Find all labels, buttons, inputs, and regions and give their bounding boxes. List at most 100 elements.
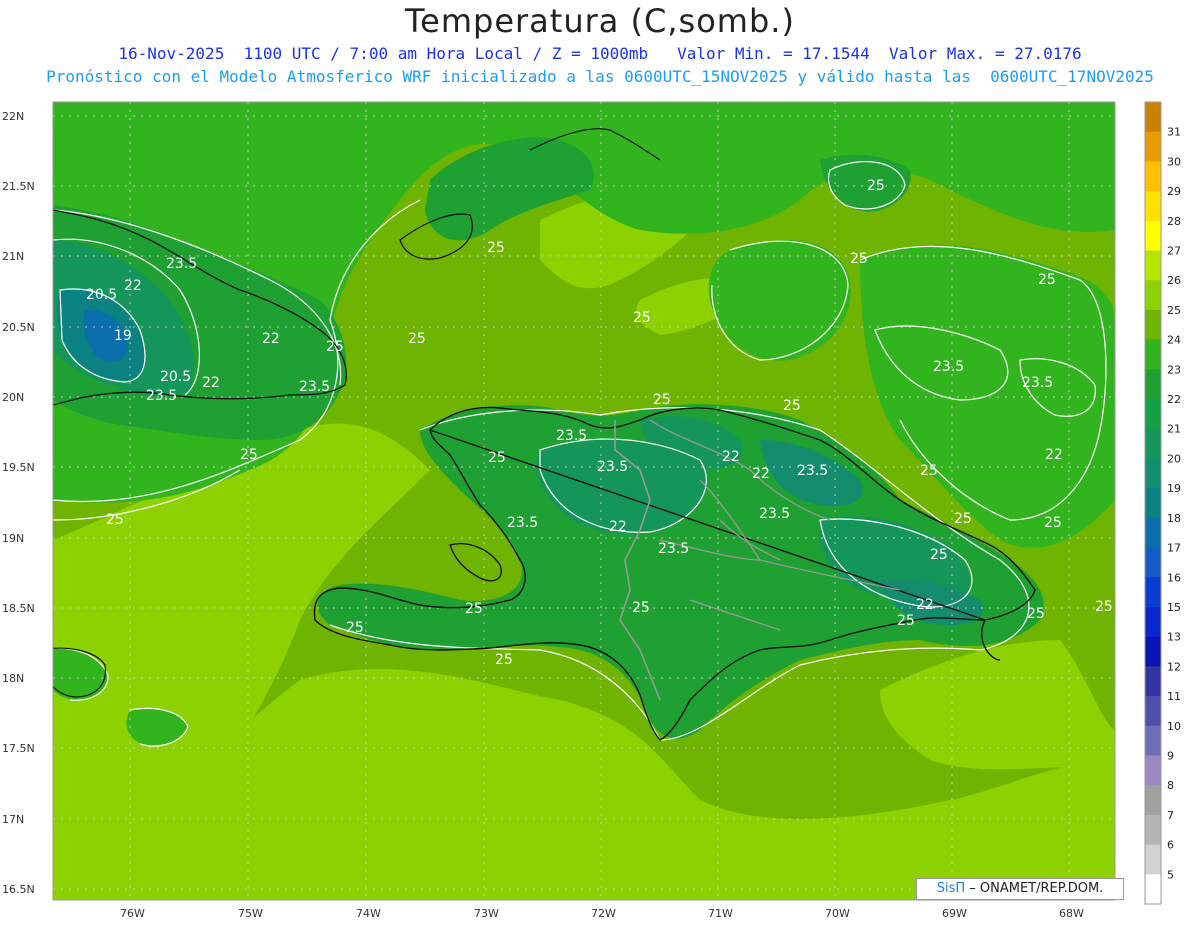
lat-label: 17.5N (2, 742, 35, 755)
contour-label: 22 (722, 449, 740, 465)
colorbar-label: 27 (1167, 245, 1181, 258)
colorbar-label: 22 (1167, 393, 1181, 406)
contour-label: 23.5 (933, 359, 964, 375)
colorbar-swatch (1145, 874, 1161, 905)
colorbar-swatch (1145, 636, 1161, 667)
colorbar-label: 20 (1167, 452, 1181, 465)
contour-label: 25 (495, 652, 513, 668)
lon-label: 69W (942, 907, 967, 920)
contour-label: 25 (1038, 272, 1056, 288)
colorbar-label: 13 (1167, 631, 1181, 644)
colorbar-swatch (1145, 458, 1161, 489)
colorbar-swatch (1145, 696, 1161, 727)
subtitle-valid-time: 16-Nov-2025 1100 UTC / 7:00 am Hora Loca… (118, 44, 1082, 63)
lon-label: 76W (120, 907, 145, 920)
lat-label: 22N (2, 110, 24, 123)
contour-label: 22 (609, 519, 627, 535)
colorbar-label: 10 (1167, 720, 1181, 733)
colorbar-label: 9 (1167, 749, 1174, 762)
colorbar-swatch (1145, 399, 1161, 430)
contour-label: 23.5 (166, 256, 197, 272)
lat-label: 21N (2, 250, 24, 263)
contour-label: 25 (1044, 515, 1062, 531)
contour-label: 25 (488, 450, 506, 466)
contour-label: 25 (465, 601, 483, 617)
contour-label: 22 (916, 597, 934, 613)
lon-label: 72W (591, 907, 616, 920)
contour-label: 22 (124, 278, 142, 294)
lat-label: 19.5N (2, 461, 35, 474)
colorbar-label: 18 (1167, 512, 1181, 525)
colorbar-swatch (1145, 161, 1161, 192)
contour-label: 22 (202, 375, 220, 391)
lon-label: 68W (1059, 907, 1084, 920)
credit-box: SisΠ – ONAMET/REP.DOM. (916, 878, 1124, 900)
colorbar-swatch (1145, 369, 1161, 400)
colorbar-swatch (1145, 220, 1161, 252)
lat-label: 18.5N (2, 602, 35, 615)
colorbar-label: 15 (1167, 601, 1181, 614)
contour-label: 25 (487, 240, 505, 256)
colorbar-label: 6 (1167, 839, 1174, 852)
colorbar-swatch (1145, 666, 1161, 697)
contour-label: 25 (783, 398, 801, 414)
colorbar-label: 30 (1167, 155, 1181, 168)
colorbar-label: 17 (1167, 542, 1181, 555)
contour-label: 23.5 (1022, 375, 1053, 391)
lat-label: 20N (2, 391, 24, 404)
colorbar-label: 24 (1167, 334, 1181, 347)
colorbar-swatch (1145, 577, 1161, 608)
contour-label: 22 (752, 466, 770, 482)
contour-label: 25 (867, 178, 885, 194)
contour-label: 23.5 (658, 541, 689, 557)
colorbar-swatch (1145, 339, 1161, 370)
lon-label: 75W (238, 907, 263, 920)
lon-label: 74W (356, 907, 381, 920)
contour-label: 25 (632, 600, 650, 616)
colorbar-swatch (1145, 309, 1161, 341)
colorbar-label: 8 (1167, 779, 1174, 792)
colorbar-label: 12 (1167, 660, 1181, 673)
contour-label: 23.5 (299, 379, 330, 395)
lat-label: 20.5N (2, 321, 35, 334)
contour-label: 23.5 (759, 506, 790, 522)
colorbar-swatch (1145, 131, 1161, 162)
colorbar-label: 21 (1167, 423, 1181, 436)
colorbar-swatch (1145, 488, 1161, 519)
lat-label: 19N (2, 532, 24, 545)
colorbar-label: 23 (1167, 363, 1181, 376)
map-title: Temperatura (C,somb.) (405, 2, 795, 40)
colorbar-label: 25 (1167, 304, 1181, 317)
colorbar-swatch (1145, 191, 1161, 222)
colorbar-swatch (1145, 606, 1161, 638)
contour-label: 25 (1027, 606, 1045, 622)
lon-label: 70W (825, 907, 850, 920)
contour-label: 25 (954, 511, 972, 527)
longitude-axis: 76W 75W 74W 73W 72W 71W 70W 69W 68W (120, 907, 1084, 920)
credit-org: ONAMET/REP.DOM. (979, 881, 1104, 896)
contour-label: 25 (346, 620, 364, 636)
contour-label: 25 (653, 392, 671, 408)
contour-label: 20.5 (86, 287, 117, 303)
contour-label: 25 (106, 512, 124, 528)
colorbar-swatch (1145, 280, 1161, 311)
contour-label: 23.5 (797, 463, 828, 479)
colorbar-label: 16 (1167, 571, 1181, 584)
colorbar-swatch (1145, 844, 1161, 875)
sispi-logo: SisΠ (936, 881, 966, 896)
colorbar-label: 7 (1167, 809, 1174, 822)
colorbar-label: 28 (1167, 215, 1181, 228)
colorbar-swatch (1145, 785, 1161, 816)
contour-label: 23.5 (556, 428, 587, 444)
colorbar-swatch (1145, 250, 1161, 281)
contour-label: 23.5 (146, 388, 177, 404)
contour-label: 25 (850, 251, 868, 267)
colorbar-swatch (1145, 814, 1161, 846)
contour-label: 25 (920, 463, 938, 479)
contour-label: 20.5 (160, 369, 191, 385)
lat-label: 21.5N (2, 180, 35, 193)
contour-label: 25 (326, 339, 344, 355)
lat-label: 16.5N (2, 883, 35, 896)
colorbar-swatch (1145, 428, 1161, 459)
contour-label: 25 (240, 447, 258, 463)
